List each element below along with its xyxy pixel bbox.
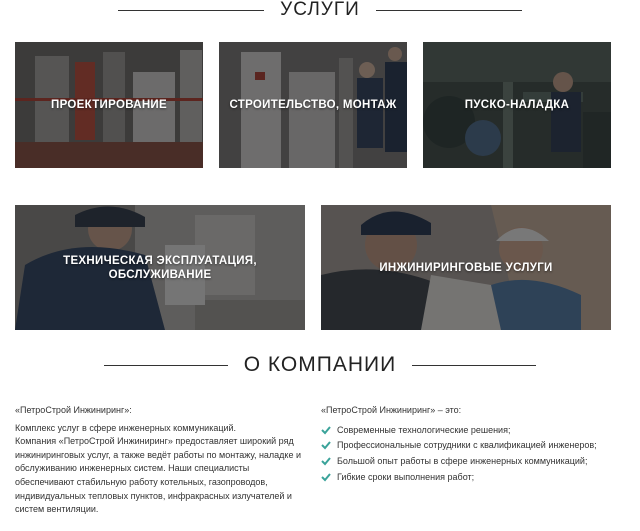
heading-line-left — [118, 9, 265, 11]
heading-line-right — [375, 9, 522, 11]
service-tile-design[interactable]: ПРОЕКТИРОВАНИЕ — [15, 42, 203, 168]
list-item: Гибкие сроки выполнения работ; — [321, 471, 621, 485]
about-left-column: «ПетроСтрой Инжиниринг»: Комплекс услуг … — [15, 404, 305, 517]
heading-line-left — [103, 364, 228, 366]
about-heading: О КОМПАНИИ — [0, 352, 640, 378]
about-left-paragraph-2: Компания «ПетроСтрой Инжиниринг» предост… — [15, 436, 301, 515]
check-icon — [321, 425, 331, 435]
list-item: Профессиональные сотрудники с квалификац… — [321, 439, 621, 453]
check-icon — [321, 441, 331, 450]
services-heading: УСЛУГИ — [0, 0, 640, 20]
about-title: О КОМПАНИИ — [243, 353, 397, 376]
about-left-paragraph-1: Комплекс услуг в сфере инженерных коммун… — [15, 422, 237, 433]
heading-line-right — [412, 364, 537, 366]
service-tile-construction[interactable]: СТРОИТЕЛЬСТВО, МОНТАЖ — [219, 42, 407, 168]
advantages-list: Современные технологические решения; Про… — [321, 424, 621, 485]
about-left-heading: «ПетроСтрой Инжиниринг»: — [15, 405, 132, 415]
service-tile-commissioning[interactable]: ПУСКО-НАЛАДКА — [423, 42, 611, 168]
list-item: Современные технологические решения; — [321, 424, 621, 438]
list-item-text: Современные технологические решения; — [337, 424, 511, 435]
service-tile-maintenance[interactable]: ТЕХНИЧЕСКАЯ ЭКСПЛУАТАЦИЯ, ОБСЛУЖИВАНИЕ — [15, 205, 305, 330]
service-tile-engineering[interactable]: ИНЖИНИРИНГОВЫЕ УСЛУГИ — [321, 205, 611, 330]
about-right-heading: «ПетроСтрой Инжиниринг» – это: — [321, 405, 462, 415]
tile-label: ИНЖИНИРИНГОВЫЕ УСЛУГИ — [379, 261, 553, 274]
tile-label: СТРОИТЕЛЬСТВО, МОНТАЖ — [229, 99, 397, 111]
tile-label: ТЕХНИЧЕСКАЯ ЭКСПЛУАТАЦИЯ, ОБСЛУЖИВАНИЕ — [63, 254, 257, 281]
list-item: Большой опыт работы в сфере инженерных к… — [321, 455, 621, 469]
about-right-column: «ПетроСтрой Инжиниринг» – это: Современн… — [321, 404, 621, 486]
list-item-text: Гибкие сроки выполнения работ; — [337, 471, 475, 482]
services-title: УСЛУГИ — [280, 0, 360, 20]
tile-label: ПРОЕКТИРОВАНИЕ — [51, 99, 167, 111]
check-icon — [321, 457, 331, 466]
list-item-text: Большой опыт работы в сфере инженерных к… — [337, 455, 588, 466]
check-icon — [321, 473, 331, 482]
list-item-text: Профессиональные сотрудники с квалификац… — [337, 440, 597, 451]
tile-label: ПУСКО-НАЛАДКА — [464, 99, 570, 111]
